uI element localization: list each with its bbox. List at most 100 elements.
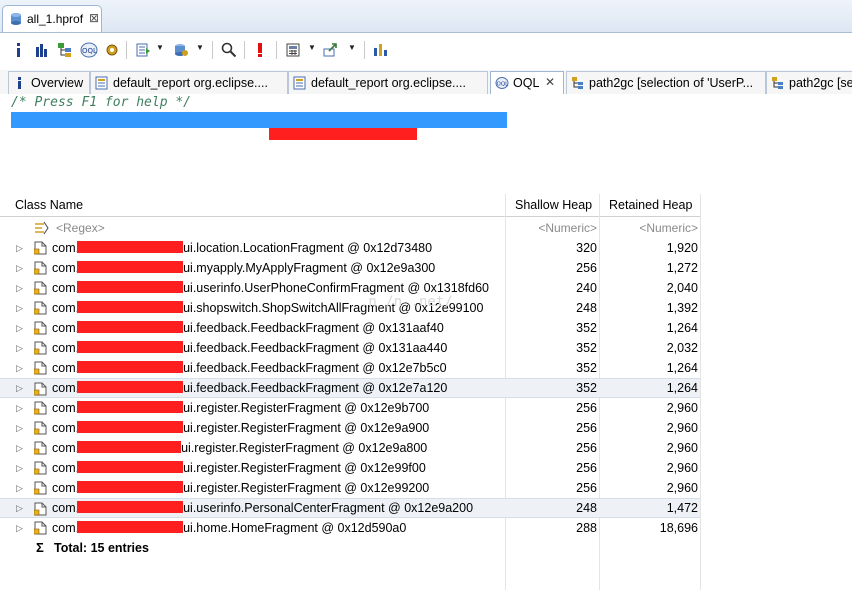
object-instance-icon (34, 301, 47, 315)
expand-arrow-icon[interactable]: ▷ (16, 518, 23, 538)
table-row[interactable]: ▷ com. ui.register.RegisterFragment @ 0x12… (0, 418, 700, 438)
chevron-down-icon[interactable]: ▼ (196, 43, 204, 52)
table-row[interactable]: ▷ com. ui.register.RegisterFragment @ 0x12… (0, 398, 700, 418)
redacted-text (77, 441, 182, 453)
table-row[interactable]: ▷ com. ui.register.RegisterFragment @ 0x12… (0, 438, 700, 458)
table-row[interactable]: ▷ com. ui.shopswitch.ShopSwitchAllFragment… (0, 298, 700, 318)
table-row[interactable]: ▷ com. ui.home.HomeFragment @ 0x12d590a0 28… (0, 518, 700, 538)
expand-arrow-icon[interactable]: ▷ (16, 238, 23, 258)
toolbar: OQL ▼ ▼ ▼ ▼ (0, 33, 852, 67)
retained-heap-cell: 2,960 (666, 421, 698, 435)
table-row[interactable]: ▷ com. ui.myapply.MyApplyFragment @ 0x12e9… (0, 258, 700, 278)
regex-filter-input[interactable]: <Regex> (56, 221, 105, 235)
class-name: ui.feedback.FeedbackFragment @ 0x131aa44… (183, 341, 448, 355)
heap-dump-overview-icon[interactable] (172, 41, 190, 59)
class-name-cell: com. ui.register.RegisterFragment @ 0x12e… (52, 438, 427, 458)
expand-arrow-icon[interactable]: ▷ (16, 438, 23, 458)
info-icon (18, 77, 21, 89)
redacted-text (77, 461, 184, 473)
table-row[interactable]: ▷ com. ui.register.RegisterFragment @ 0x12… (0, 478, 700, 498)
column-header-shallow-heap[interactable]: Shallow Heap (506, 194, 599, 217)
table-row[interactable]: ▷ com. ui.feedback.FeedbackFragment @ 0x12… (0, 378, 700, 398)
table-row[interactable]: ▷ com. ui.register.RegisterFragment @ 0x12… (0, 458, 700, 478)
calculator-icon[interactable] (284, 41, 302, 59)
class-name: ui.home.HomeFragment @ 0x12d590a0 (183, 521, 407, 535)
editor-tab-all-1-hprof[interactable]: all_1.hprof ⊠ (2, 5, 102, 32)
object-instance-icon (34, 341, 47, 355)
shallow-heap-cell: 352 (576, 381, 597, 395)
class-prefix: com. (52, 501, 80, 515)
expand-arrow-icon[interactable]: ▷ (16, 358, 23, 378)
class-prefix: com. (52, 321, 80, 335)
shallow-heap-cell: 352 (576, 321, 597, 335)
run-report-icon[interactable] (134, 41, 152, 59)
watermark: .n /n .net/ (360, 294, 453, 310)
expand-arrow-icon[interactable]: ▷ (16, 458, 23, 478)
shallow-heap-cell: 248 (576, 301, 597, 315)
dominator-tree-icon[interactable] (56, 41, 74, 59)
oql-query-editor[interactable]: /* Press F1 for help */ select * from in… (0, 94, 852, 194)
tab-overview[interactable]: Overview (8, 71, 90, 94)
class-name: ui.register.RegisterFragment @ 0x12e9b70… (183, 401, 430, 415)
chevron-down-icon[interactable]: ▼ (308, 43, 316, 52)
export-icon[interactable] (322, 41, 340, 59)
svg-text:OQL: OQL (497, 82, 510, 88)
expand-arrow-icon[interactable]: ▷ (16, 478, 23, 498)
histogram-icon[interactable] (34, 41, 50, 59)
class-prefix: com. (52, 301, 80, 315)
retained-heap-cell: 1,264 (666, 321, 698, 335)
redacted-text (77, 361, 184, 373)
pin-icon[interactable] (372, 41, 390, 59)
class-name-cell: com. ui.feedback.FeedbackFragment @ 0x131… (52, 338, 447, 358)
close-icon[interactable]: ⊠ (89, 11, 99, 25)
path2gc-icon (572, 77, 583, 89)
tab-default-report-1[interactable]: default_report org.eclipse.... (90, 71, 288, 94)
close-icon[interactable]: ✕ (545, 75, 555, 89)
redacted-text (77, 341, 184, 353)
filter-row: <Regex> <Numeric> <Numeric> (0, 218, 700, 238)
shallow-filter-input[interactable]: <Numeric> (506, 221, 597, 235)
expand-arrow-icon[interactable]: ▷ (16, 418, 23, 438)
leak-alert-icon[interactable] (254, 41, 266, 59)
info-icon[interactable] (12, 41, 24, 59)
expand-arrow-icon[interactable]: ▷ (16, 499, 23, 517)
path2gc-icon (772, 77, 783, 89)
table-row[interactable]: ▷ com. ui.location.LocationFragment @ 0x12… (0, 238, 700, 258)
class-name-cell: com. ui.feedback.FeedbackFragment @ 0x12e… (52, 358, 447, 378)
oql-icon[interactable]: OQL (80, 41, 98, 59)
report-icon (293, 76, 306, 90)
gear-icon[interactable] (103, 41, 121, 59)
table-row[interactable]: ▷ com. ui.feedback.FeedbackFragment @ 0x13… (0, 318, 700, 338)
tab-default-report-2[interactable]: default_report org.eclipse.... (288, 71, 488, 94)
class-name-cell: com. ui.register.RegisterFragment @ 0x12e… (52, 458, 426, 478)
class-name: ui.feedback.FeedbackFragment @ 0x12e7a12… (183, 381, 448, 395)
column-header-retained-heap[interactable]: Retained Heap (600, 194, 700, 217)
table-row[interactable]: ▷ com. ui.feedback.FeedbackFragment @ 0x12… (0, 358, 700, 378)
class-name: ui.register.RegisterFragment @ 0x12e9920… (183, 481, 430, 495)
tab-path2gc-1[interactable]: path2gc [selection of 'UserP... (566, 71, 766, 94)
retained-filter-input[interactable]: <Numeric> (600, 221, 698, 235)
table-row[interactable]: ▷ com. ui.userinfo.PersonalCenterFragment … (0, 498, 700, 518)
expand-arrow-icon[interactable]: ▷ (16, 258, 23, 278)
chevron-down-icon[interactable]: ▼ (348, 43, 356, 52)
expand-arrow-icon[interactable]: ▷ (16, 338, 23, 358)
tab-oql[interactable]: OQL OQL ✕ (490, 71, 564, 95)
query-line-selected[interactable]: select * from instanceof com. .ui.BaseFra… (11, 112, 543, 143)
expand-arrow-icon[interactable]: ▷ (16, 298, 23, 318)
expand-arrow-icon[interactable]: ▷ (16, 318, 23, 338)
tab-path2gc-2[interactable]: path2gc [se (766, 71, 852, 94)
retained-heap-cell: 1,472 (666, 501, 698, 515)
object-instance-icon (34, 481, 47, 495)
table-row[interactable]: ▷ com. ui.userinfo.UserPhoneConfirmFragmen… (0, 278, 700, 298)
class-name: ui.location.LocationFragment @ 0x12d7348… (183, 241, 433, 255)
search-icon[interactable] (220, 41, 238, 59)
column-header-class-name[interactable]: Class Name (0, 194, 505, 217)
chevron-down-icon[interactable]: ▼ (156, 43, 164, 52)
object-instance-icon (34, 281, 47, 295)
class-prefix: com. (52, 461, 80, 475)
expand-arrow-icon[interactable]: ▷ (16, 379, 23, 397)
expand-arrow-icon[interactable]: ▷ (16, 278, 23, 298)
expand-arrow-icon[interactable]: ▷ (16, 398, 23, 418)
table-row[interactable]: ▷ com. ui.feedback.FeedbackFragment @ 0x13… (0, 338, 700, 358)
redacted-text (77, 301, 184, 313)
